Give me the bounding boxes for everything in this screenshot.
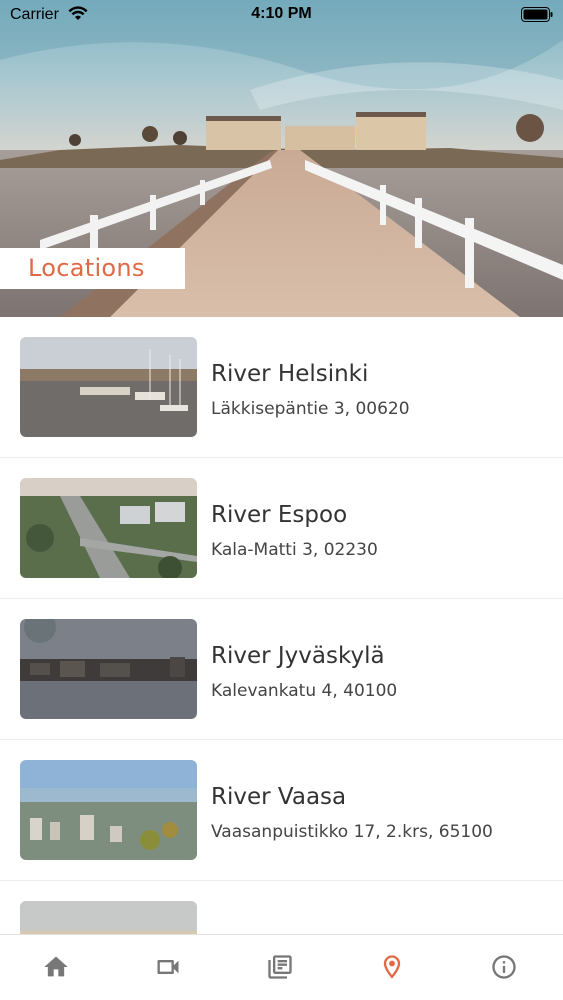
location-thumbnail [20, 901, 197, 934]
info-icon [492, 955, 516, 979]
location-name: River Helsinki [211, 361, 369, 387]
locations-list[interactable]: River Helsinki Läkkisepäntie 3, 00620 Ri… [0, 317, 563, 934]
news-icon [268, 955, 292, 979]
tab-video[interactable] [112, 935, 224, 1000]
tab-bar [0, 934, 563, 1000]
location-thumbnail [20, 760, 197, 860]
location-item-jyvaskyla[interactable]: River Jyväskylä Kalevankatu 4, 40100 [0, 599, 563, 740]
tab-news[interactable] [224, 935, 336, 1000]
location-thumbnail [20, 337, 197, 437]
status-bar: Carrier 4:10 PM [0, 0, 563, 30]
location-item-partial[interactable] [0, 881, 563, 934]
tab-info[interactable] [448, 935, 560, 1000]
location-name: River Vaasa [211, 784, 347, 810]
video-camera-icon [157, 960, 179, 974]
location-item-espoo[interactable]: River Espoo Kala-Matti 3, 02230 [0, 458, 563, 599]
location-item-helsinki[interactable]: River Helsinki Läkkisepäntie 3, 00620 [0, 317, 563, 458]
location-pin-icon [383, 955, 401, 979]
clock: 4:10 PM [251, 5, 312, 22]
location-thumbnail [20, 478, 197, 578]
hero-image: Locations [0, 0, 563, 317]
page-title: Locations [28, 254, 145, 282]
location-address: Kalevankatu 4, 40100 [211, 681, 398, 701]
section-title-box: Locations [0, 248, 185, 289]
tab-home[interactable] [0, 935, 112, 1000]
location-item-vaasa[interactable]: River Vaasa Vaasanpuistikko 17, 2.krs, 6… [0, 740, 563, 881]
battery-icon [521, 7, 553, 22]
location-name: River Espoo [211, 502, 348, 528]
location-name: River Jyväskylä [211, 643, 385, 669]
location-address: Kala-Matti 3, 02230 [211, 540, 378, 560]
tab-locations[interactable] [336, 935, 448, 1000]
location-address: Läkkisepäntie 3, 00620 [211, 399, 410, 419]
location-address: Vaasanpuistikko 17, 2.krs, 65100 [211, 822, 493, 842]
home-icon [44, 956, 68, 977]
location-thumbnail [20, 619, 197, 719]
